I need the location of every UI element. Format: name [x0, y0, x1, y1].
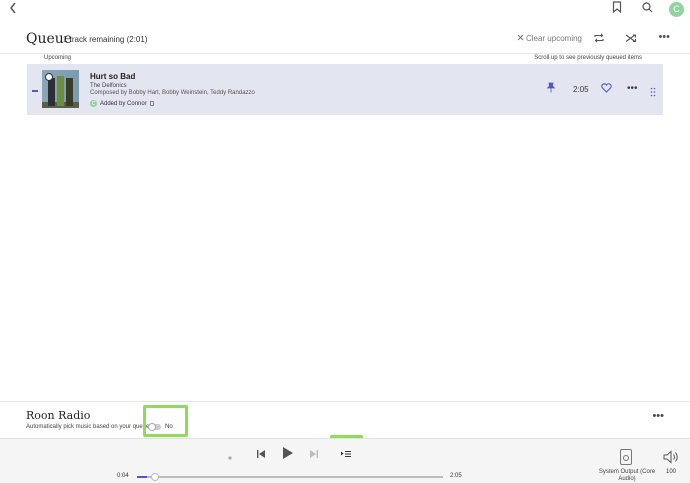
pin-icon — [546, 80, 556, 98]
search-button[interactable] — [639, 1, 655, 17]
queue-header: Queue 1 track remaining (2:01) Clear upc… — [26, 30, 670, 50]
volume-level: 100 — [665, 469, 676, 475]
upcoming-label: Upcoming — [44, 55, 72, 61]
radio-indicator-button[interactable] — [226, 452, 234, 460]
clear-upcoming-button[interactable]: Clear upcoming — [517, 34, 582, 43]
device-icon — [149, 101, 154, 106]
queue-summary: 1 track remaining (2:01) — [63, 35, 148, 44]
divider — [0, 53, 690, 54]
seek-bar-knob[interactable] — [151, 473, 159, 481]
album-art-badge — [45, 73, 53, 81]
roon-radio-section: Roon Radio Automatically pick music base… — [0, 401, 690, 438]
volume-icon — [663, 450, 679, 468]
roon-radio-more-button[interactable]: ••• — [652, 410, 664, 422]
shuffle-icon — [625, 30, 637, 48]
roon-radio-title: Roon Radio — [26, 409, 91, 422]
back-button[interactable] — [6, 2, 20, 18]
more-horizontal-icon: ••• — [652, 410, 664, 422]
track-artist[interactable]: The Delfonics — [90, 83, 127, 89]
track-title[interactable]: Hurt so Bad — [90, 72, 135, 81]
queue-button[interactable] — [339, 449, 353, 461]
play-icon — [282, 446, 294, 465]
next-track-button[interactable] — [308, 449, 320, 461]
shuffle-button[interactable] — [624, 32, 638, 46]
zone-picker-button[interactable] — [620, 449, 632, 465]
queue-more-button[interactable]: ••• — [658, 31, 670, 43]
speaker-icon — [623, 455, 629, 461]
repeat-icon — [593, 30, 605, 48]
album-art[interactable] — [42, 70, 79, 108]
chevron-left-icon — [9, 2, 17, 17]
previous-track-button[interactable] — [255, 449, 267, 461]
drag-handle-icon — [650, 84, 656, 101]
queue-list-icon — [340, 446, 352, 464]
album-art-figure — [66, 78, 73, 106]
avatar-letter: C — [673, 4, 680, 14]
track-composer: Composed by Bobby Hart, Bobby Weinstein,… — [90, 90, 255, 96]
pin-button[interactable] — [545, 80, 557, 98]
profile-avatar[interactable]: C — [669, 1, 684, 17]
more-horizontal-icon: ••• — [658, 31, 670, 43]
zone-name[interactable]: System Output (Core Audio) — [598, 469, 656, 483]
added-by-label: Added by Connor — [100, 100, 147, 107]
album-art-figure — [48, 78, 55, 106]
skip-previous-icon — [256, 446, 266, 464]
roon-radio-description: Automatically pick music based on your q… — [26, 424, 150, 430]
now-queued-marker — [32, 90, 38, 92]
track-more-button[interactable]: ••• — [627, 83, 638, 94]
play-button[interactable] — [280, 446, 295, 465]
added-by-avatar: C — [90, 100, 97, 107]
drag-handle[interactable] — [650, 84, 656, 97]
top-right-actions: C — [609, 1, 684, 17]
album-art-figure — [57, 76, 64, 106]
scroll-hint: Scroll up to see previously queued items — [534, 55, 642, 61]
volume-button[interactable] — [663, 450, 679, 464]
repeat-button[interactable] — [592, 32, 606, 46]
heart-icon — [600, 80, 612, 98]
skip-next-icon — [309, 446, 319, 464]
queue-track-row[interactable]: Hurt so Bad The Delfonics Composed by Bo… — [27, 64, 663, 115]
added-by: C Added by Connor — [90, 100, 154, 107]
close-icon — [517, 34, 524, 43]
clear-upcoming-label: Clear upcoming — [525, 34, 582, 43]
elapsed-time: 0:04 — [117, 473, 129, 479]
bookmark-button[interactable] — [609, 1, 625, 17]
seek-bar-fill — [137, 476, 147, 478]
top-bar: C — [0, 0, 690, 20]
dot-icon — [228, 447, 232, 465]
bookmark-icon — [612, 0, 622, 18]
more-horizontal-icon: ••• — [627, 83, 638, 94]
search-icon — [641, 0, 653, 18]
favorite-button[interactable] — [600, 83, 612, 95]
player-bar: 0:04 2:05 System Output (Core Audio) 100 — [0, 438, 690, 483]
track-duration: 2:05 — [573, 85, 589, 94]
seek-bar[interactable] — [137, 473, 443, 481]
total-time: 2:05 — [450, 473, 462, 479]
toggle-highlight-box — [143, 405, 188, 437]
